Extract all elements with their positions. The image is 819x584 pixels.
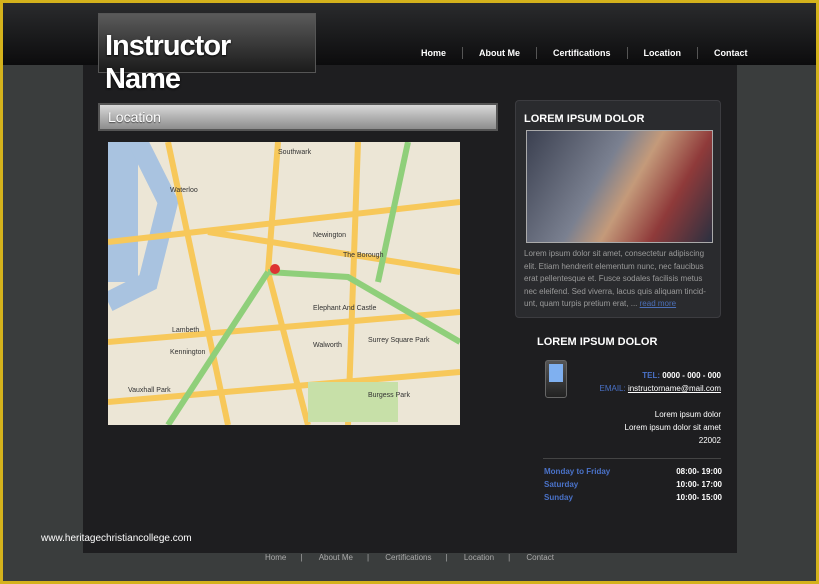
address-line: 22002 — [698, 436, 721, 445]
footer-location[interactable]: Location — [464, 553, 494, 562]
contact-title: LOREM IPSUM DOLOR — [537, 336, 658, 348]
nav-location[interactable]: Location — [628, 47, 699, 59]
email-link[interactable]: instructorname@mail.com — [628, 384, 721, 393]
page: Location Waterloo Lambeth Kennington New… — [3, 3, 816, 581]
location-map[interactable]: Waterloo Lambeth Kennington Newington Th… — [108, 142, 460, 425]
hours-day: Monday to Friday — [544, 467, 611, 476]
logo[interactable]: Instructor Name — [98, 13, 316, 95]
main-content: Location Waterloo Lambeth Kennington New… — [83, 65, 737, 553]
email-label: EMAIL: — [599, 384, 626, 393]
footer-about[interactable]: About Me — [319, 553, 353, 562]
map-label: Vauxhall Park — [128, 387, 171, 394]
main-nav: Home About Me Certifications Location Co… — [405, 47, 764, 59]
map-label: Newington — [313, 232, 346, 239]
footer-nav: Home | About Me | Certifications | Location… — [265, 553, 554, 562]
address-line: Lorem ipsum dolor — [654, 410, 721, 419]
footer-home[interactable]: Home — [265, 553, 286, 562]
hours-time: 10:00- 17:00 — [676, 480, 722, 489]
nav-home[interactable]: Home — [405, 47, 464, 59]
hours-day: Sunday — [544, 493, 573, 502]
hours-time: 10:00- 15:00 — [676, 493, 722, 502]
tel-label: TEL: — [642, 371, 661, 380]
sidebar-text: Lorem ipsum dolor sit amet, consectetur … — [524, 248, 716, 311]
address-line: Lorem ipsum dolor sit amet — [624, 423, 721, 432]
hours-table: Monday to Friday 08:00- 19:00 Saturday 10:… — [544, 465, 722, 504]
hours-time: 08:00- 19:00 — [676, 467, 722, 476]
divider — [543, 458, 721, 459]
map-label: Surrey Square Park — [368, 337, 430, 344]
hours-row: Sunday 10:00- 15:00 — [544, 491, 722, 504]
sidebar-title: LOREM IPSUM DOLOR — [524, 113, 645, 125]
footer-certifications[interactable]: Certifications — [385, 553, 431, 562]
map-label: Kennington — [170, 349, 206, 356]
map-label: Walworth — [313, 342, 342, 349]
phone-icon — [545, 360, 567, 398]
email-line: EMAIL: instructorname@mail.com — [599, 384, 721, 393]
nav-about[interactable]: About Me — [463, 47, 538, 59]
location-title: Location — [98, 103, 498, 131]
map-label: Elephant And Castle — [313, 305, 377, 312]
map-graphic: Waterloo Lambeth Kennington Newington Th… — [108, 142, 460, 425]
tel-line: TEL: 0000 - 000 - 000 — [642, 371, 721, 380]
tel-value: 0000 - 000 - 000 — [662, 371, 721, 380]
map-label: Waterloo — [170, 187, 198, 194]
sidebar-body: Lorem ipsum dolor sit amet, consectetur … — [524, 249, 706, 308]
hours-day: Saturday — [544, 480, 579, 489]
map-label: The Borough — [343, 252, 384, 259]
nav-certifications[interactable]: Certifications — [537, 47, 628, 59]
map-label: Burgess Park — [368, 392, 411, 399]
hours-row: Saturday 10:00- 17:00 — [544, 478, 722, 491]
footer-contact[interactable]: Contact — [526, 553, 554, 562]
instructor-photo — [526, 130, 713, 243]
hours-row: Monday to Friday 08:00- 19:00 — [544, 465, 722, 478]
watermark: www.heritagechristiancollege.com — [41, 533, 192, 544]
read-more-link[interactable]: read more — [640, 299, 676, 308]
nav-contact[interactable]: Contact — [698, 47, 764, 59]
sidebar-box: LOREM IPSUM DOLOR Lorem ipsum dolor sit … — [515, 100, 721, 318]
map-label: Southwark — [278, 149, 312, 156]
map-label: Lambeth — [172, 327, 199, 334]
